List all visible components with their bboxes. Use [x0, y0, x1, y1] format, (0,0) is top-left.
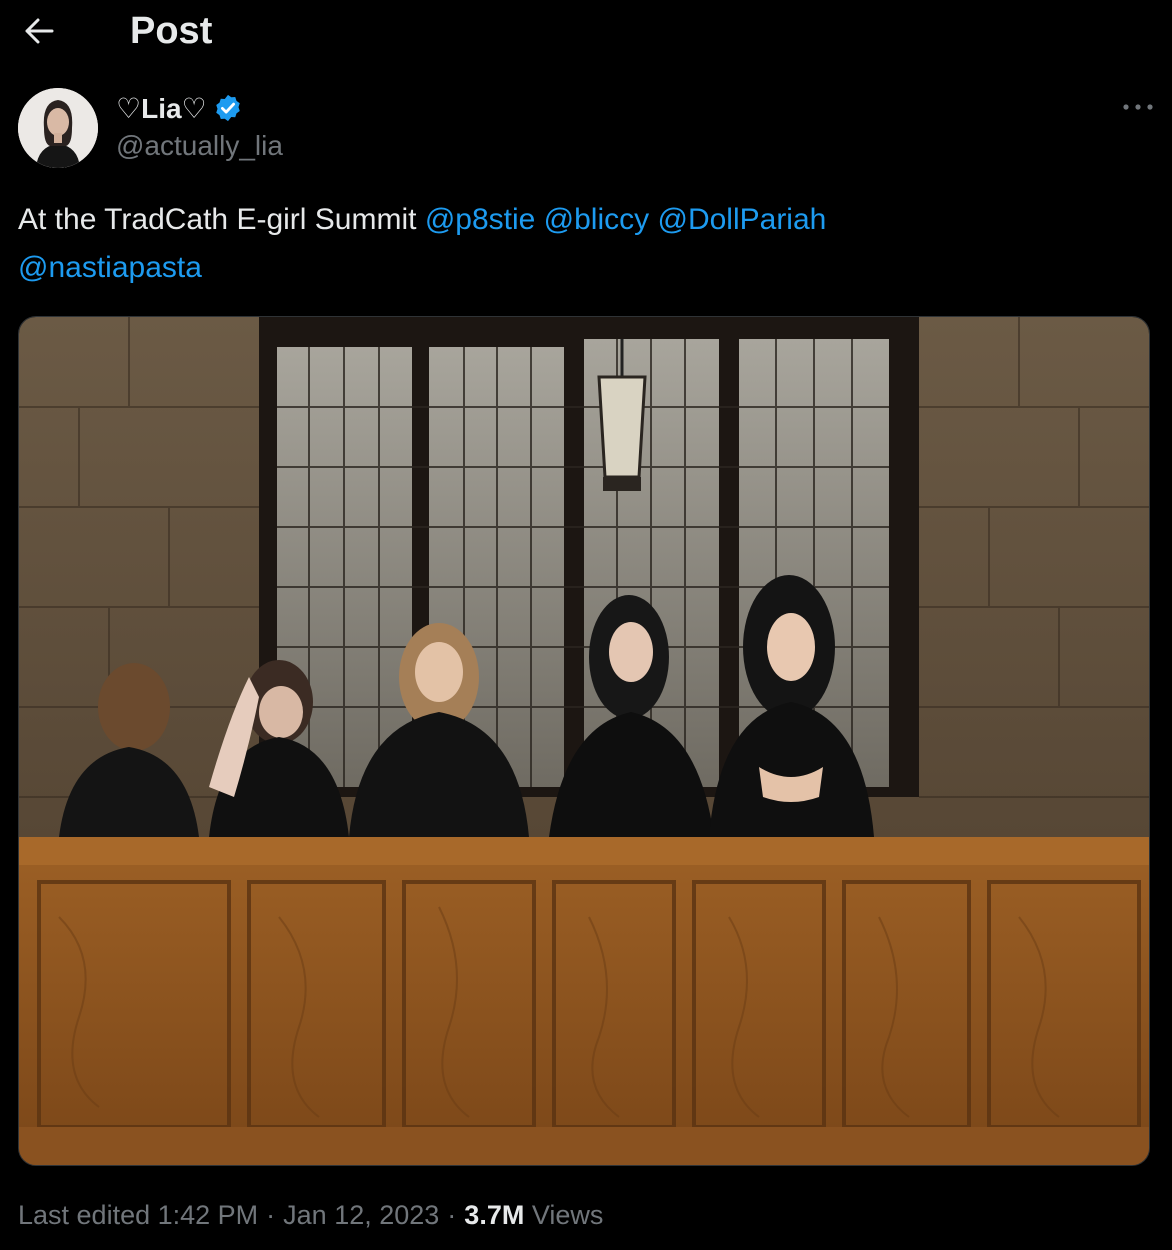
arrow-left-icon — [25, 18, 54, 44]
author-names: ♡Lia♡ @actually_lia — [116, 90, 283, 162]
tweet-photo[interactable] — [18, 316, 1150, 1166]
separator-dot: · — [266, 1200, 276, 1230]
tweet-text: At the TradCath E-girl Summit @p8stie @b… — [18, 196, 1158, 292]
tweet-text-body: At the TradCath E-girl Summit — [18, 203, 425, 236]
back-button[interactable] — [20, 12, 58, 50]
mention-link[interactable]: @nastiapasta — [18, 251, 202, 284]
mention-link[interactable]: @bliccy — [544, 203, 649, 236]
more-horizontal-icon — [1123, 104, 1153, 110]
mention-link[interactable]: @p8stie — [425, 203, 536, 236]
top-bar: Post — [0, 0, 1172, 62]
page-title: Post — [130, 10, 213, 52]
author-row: ♡Lia♡ @actually_lia — [18, 88, 1158, 168]
display-name[interactable]: ♡Lia♡ — [116, 92, 207, 125]
author-handle[interactable]: @actually_lia — [116, 130, 283, 162]
edited-timestamp[interactable]: Last edited 1:42 PM — [18, 1200, 258, 1231]
separator-dot: · — [447, 1200, 457, 1230]
views-label: Views — [531, 1200, 604, 1230]
views-count: 3.7M — [464, 1200, 525, 1230]
post-date[interactable]: Jan 12, 2023 — [283, 1200, 439, 1231]
mention-link[interactable]: @DollPariah — [657, 203, 826, 236]
post-meta: Last edited 1:42 PM · Jan 12, 2023 · 3.7… — [18, 1200, 603, 1231]
verified-badge-icon[interactable] — [213, 93, 243, 123]
avatar[interactable] — [18, 88, 98, 168]
display-name-row: ♡Lia♡ — [116, 90, 283, 126]
more-options-button[interactable] — [1118, 92, 1158, 122]
